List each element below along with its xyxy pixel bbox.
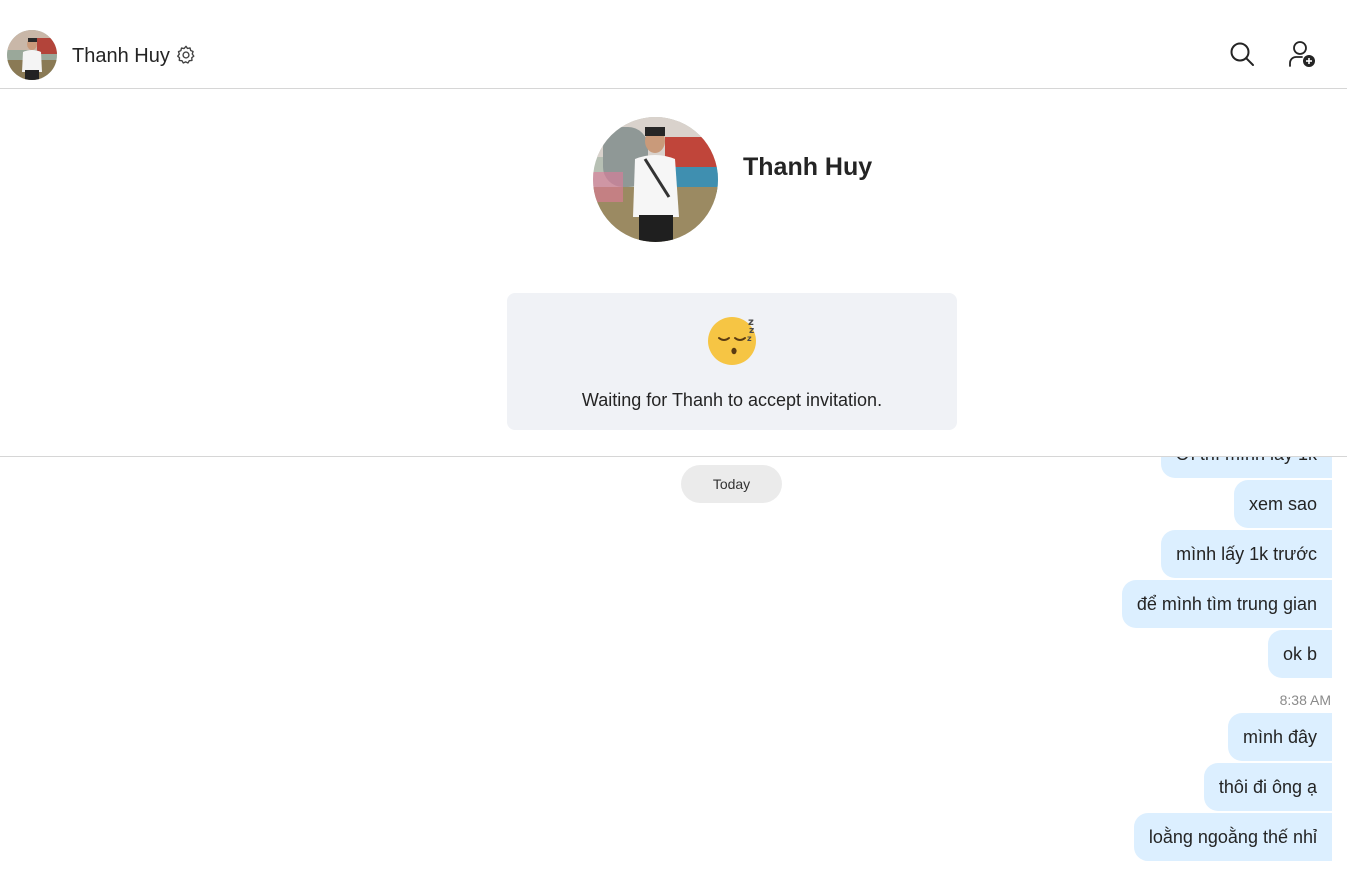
message-bubble[interactable]: thôi đi ông ạ	[1203, 763, 1332, 811]
message-list[interactable]: Ơi thì mình lấy 1k Today xem sao mình lấ…	[0, 457, 1347, 884]
chat-header: Thanh Huy	[0, 0, 1347, 89]
message-bubble[interactable]: loằng ngoằng thế nhỉ	[1133, 813, 1332, 861]
chat-window: Thanh Huy Thanh Huy z z z Waiting for Th…	[0, 0, 1347, 884]
svg-text:z: z	[747, 334, 752, 343]
profile-avatar[interactable]	[593, 117, 718, 242]
message-bubble[interactable]: ok b	[1267, 630, 1332, 678]
search-icon[interactable]	[1228, 40, 1256, 68]
date-separator: Today	[681, 465, 782, 503]
message-bubble[interactable]: mình đây	[1227, 713, 1332, 761]
contact-name[interactable]: Thanh Huy	[72, 43, 170, 69]
message-bubble[interactable]: xem sao	[1233, 480, 1332, 528]
message-bubble[interactable]: Ơi thì mình lấy 1k	[1160, 457, 1332, 478]
invitation-card: z z z Waiting for Thanh to accept invita…	[507, 293, 957, 430]
avatar[interactable]	[7, 30, 57, 80]
message-timestamp: 8:38 AM	[1279, 692, 1331, 708]
message-bubble[interactable]: mình lấy 1k trước	[1161, 530, 1332, 578]
gear-icon[interactable]	[175, 44, 197, 66]
add-person-icon[interactable]	[1287, 39, 1317, 69]
invitation-status-text: Waiting for Thanh to accept invitation.	[581, 390, 883, 410]
profile-name: Thanh Huy	[743, 153, 873, 181]
message-bubble[interactable]: để mình tìm trung gian	[1121, 580, 1332, 628]
sleeping-face-icon: z z z	[706, 311, 762, 365]
